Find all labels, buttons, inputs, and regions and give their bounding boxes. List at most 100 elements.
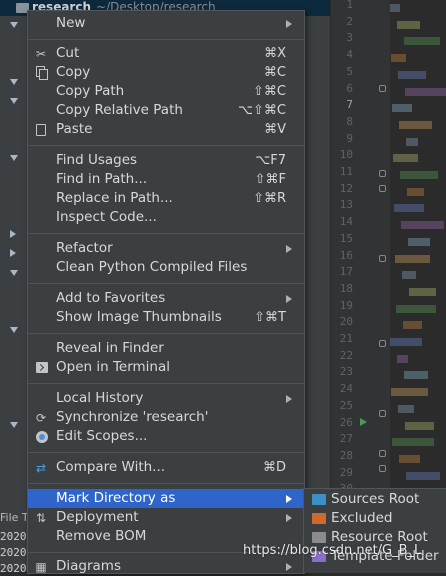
code-fragment [403, 321, 422, 330]
menu-item-copy[interactable]: Copy ⌘C [28, 63, 304, 82]
sources-root-folder-icon [312, 494, 326, 505]
code-editor[interactable] [390, 0, 446, 572]
menu-item-deployment[interactable]: ⇅ Deployment [28, 508, 304, 527]
line-number: 25 [339, 398, 353, 412]
menu-item-synchronize[interactable]: ⟳ Synchronize 'research' [28, 408, 304, 427]
fold-marker-icon[interactable] [379, 465, 386, 472]
code-fragment [405, 87, 446, 96]
tree-expand-arrow-icon[interactable] [10, 79, 18, 85]
tree-collapse-arrow-icon[interactable] [10, 230, 16, 238]
line-number: 11 [339, 165, 353, 178]
menu-item-find-in-path[interactable]: Find in Path... ⇧⌘F [28, 170, 304, 189]
menu-item-show-image-thumbnails[interactable]: Show Image Thumbnails ⇧⌘T [28, 308, 304, 327]
tree-expand-arrow-icon[interactable] [10, 270, 18, 276]
code-fragment [393, 154, 418, 163]
menu-item-paste[interactable]: Paste ⌘V [28, 120, 304, 139]
compare-arrows-icon: ⇄ [35, 461, 47, 475]
code-fragment [407, 187, 424, 196]
submenu-arrow-icon [286, 514, 292, 522]
fold-marker-icon[interactable] [379, 410, 386, 417]
tree-expand-arrow-icon[interactable] [10, 155, 18, 161]
menu-item-clean-python-compiled-files[interactable]: Clean Python Compiled Files [28, 258, 304, 277]
menu-separator [28, 145, 304, 146]
scope-icon [36, 431, 48, 443]
menu-item-local-history[interactable]: Local History [28, 389, 304, 408]
line-number: 2 [346, 14, 353, 28]
menu-item-copy-relative-path[interactable]: Copy Relative Path ⌥⇧⌘C [28, 101, 304, 120]
line-number: 19 [339, 298, 353, 312]
tree-expand-arrow-icon[interactable] [10, 422, 18, 428]
menu-item-copy-path[interactable]: Copy Path ⇧⌘C [28, 82, 304, 101]
code-fragment [394, 204, 424, 213]
tree-expand-arrow-icon[interactable] [10, 98, 18, 104]
line-number: 12 [339, 181, 353, 195]
line-number: 15 [339, 231, 353, 245]
mark-directory-submenu: Sources Root Excluded Resource Root Temp… [303, 488, 446, 573]
tree-collapse-arrow-icon[interactable] [10, 249, 16, 257]
project-context-menu: New ✂ Cut ⌘X Copy ⌘C Copy Path ⇧⌘C Copy … [27, 10, 305, 574]
menu-item-reveal-in-finder[interactable]: Reveal in Finder [28, 339, 304, 358]
fold-marker-icon[interactable] [379, 185, 386, 192]
tree-expand-arrow-icon[interactable] [10, 22, 18, 28]
fold-marker-icon[interactable] [379, 255, 386, 262]
file-tab-label[interactable]: File T [0, 511, 29, 524]
fold-marker-icon[interactable] [379, 450, 386, 457]
line-number: 13 [339, 198, 353, 212]
line-number: 29 [339, 465, 353, 479]
code-fragment [391, 54, 406, 63]
line-number: 20 [339, 315, 353, 329]
line-number: 17 [339, 265, 353, 279]
code-fragment [400, 171, 438, 179]
line-number: 7 [346, 98, 353, 112]
menu-separator [28, 483, 304, 484]
submenu-arrow-icon [286, 20, 292, 28]
submenu-arrow-icon [286, 295, 292, 303]
line-number: 8 [346, 114, 353, 128]
code-fragment [390, 338, 422, 346]
run-gutter-icon[interactable] [360, 418, 367, 426]
menu-item-edit-scopes[interactable]: Edit Scopes... [28, 427, 304, 446]
menu-item-add-to-favorites[interactable]: Add to Favorites [28, 289, 304, 308]
code-fragment [395, 254, 430, 263]
terminal-icon [36, 362, 48, 373]
fold-marker-icon[interactable] [379, 170, 386, 177]
line-number: 24 [339, 382, 353, 396]
menu-item-find-usages[interactable]: Find Usages ⌥F7 [28, 151, 304, 170]
line-number: 3 [346, 31, 353, 45]
deployment-icon: ⇅ [35, 511, 47, 525]
menu-item-replace-in-path[interactable]: Replace in Path... ⇧⌘R [28, 189, 304, 208]
line-number: 21 [339, 332, 353, 345]
submenu-item-excluded[interactable]: Excluded [304, 509, 446, 528]
line-number: 4 [346, 48, 353, 62]
menu-separator [28, 233, 304, 234]
line-number: 27 [339, 432, 353, 446]
clipboard-icon [36, 124, 46, 136]
sync-icon: ⟳ [35, 411, 47, 425]
code-fragment [406, 137, 418, 146]
menu-item-new[interactable]: New [28, 14, 304, 33]
menu-item-refactor[interactable]: Refactor [28, 239, 304, 258]
menu-separator [28, 283, 304, 284]
menu-item-diagrams[interactable]: ▦ Diagrams [28, 557, 304, 576]
line-number: 26 [339, 415, 353, 429]
menu-item-open-in-terminal[interactable]: Open in Terminal [28, 358, 304, 377]
fold-marker-icon[interactable] [379, 340, 386, 347]
menu-item-cut[interactable]: ✂ Cut ⌘X [28, 44, 304, 63]
code-fragment [399, 120, 432, 129]
line-number: 16 [339, 248, 353, 262]
submenu-arrow-icon [286, 495, 292, 503]
menu-item-mark-directory-as[interactable]: Mark Directory as [28, 489, 304, 508]
code-fragment [404, 37, 440, 46]
fold-marker-icon[interactable] [379, 85, 386, 92]
code-fragment [396, 304, 436, 313]
line-number: 22 [339, 348, 353, 362]
watermark: https://blog.csdn.net/G_B_L [243, 543, 422, 558]
tree-expand-arrow-icon[interactable] [10, 327, 18, 333]
code-fragment [409, 287, 436, 296]
submenu-item-sources-root[interactable]: Sources Root [304, 490, 446, 509]
code-fragment [392, 104, 412, 113]
menu-item-inspect-code[interactable]: Inspect Code... [28, 208, 304, 227]
menu-item-compare-with[interactable]: ⇄ Compare With... ⌘D [28, 458, 304, 477]
bottom-tool-window: File T 2020- 2020- 2020- [0, 508, 33, 575]
line-number: 18 [339, 281, 353, 295]
